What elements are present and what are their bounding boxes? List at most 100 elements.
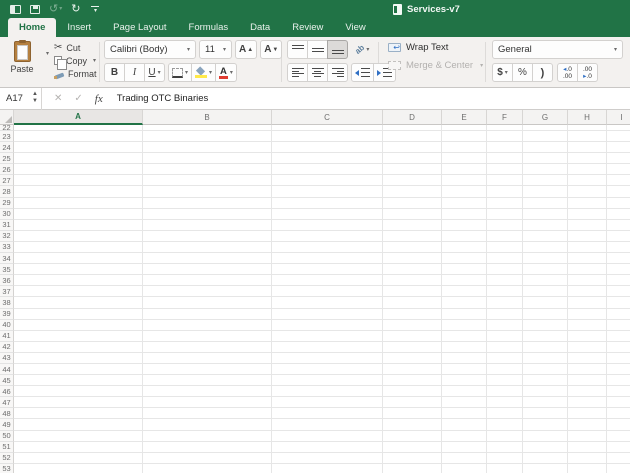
cell-E23[interactable] (442, 131, 487, 142)
cell-C30[interactable] (272, 209, 383, 220)
cell-H29[interactable] (568, 198, 607, 209)
fill-color-button[interactable]: ▾ (191, 63, 216, 82)
cell-D31[interactable] (383, 220, 442, 231)
cell-G33[interactable] (523, 242, 568, 253)
cell-H47[interactable] (568, 397, 607, 408)
cell-A33[interactable] (14, 242, 143, 253)
name-box[interactable]: A17 ▲▼ (0, 88, 42, 110)
cell-G46[interactable] (523, 386, 568, 397)
copy-dropdown-caret[interactable]: ▾ (93, 57, 96, 64)
cell-I36[interactable] (607, 275, 630, 286)
cell-A28[interactable] (14, 186, 143, 197)
row-header-43[interactable]: 43 (0, 353, 14, 364)
row-header-47[interactable]: 47 (0, 397, 14, 408)
row-header-44[interactable]: 44 (0, 364, 14, 375)
column-header-E[interactable]: E (442, 110, 487, 125)
cell-B51[interactable] (143, 442, 272, 453)
cell-H43[interactable] (568, 353, 607, 364)
cell-H49[interactable] (568, 419, 607, 430)
cell-D50[interactable] (383, 431, 442, 442)
cell-C24[interactable] (272, 142, 383, 153)
cell-C42[interactable] (272, 342, 383, 353)
cell-G44[interactable] (523, 364, 568, 375)
row-header-41[interactable]: 41 (0, 331, 14, 342)
column-header-H[interactable]: H (568, 110, 607, 125)
cell-C35[interactable] (272, 264, 383, 275)
align-bottom-button[interactable] (327, 40, 348, 59)
grow-font-button[interactable]: A▲ (235, 40, 257, 59)
cell-C26[interactable] (272, 164, 383, 175)
cell-G34[interactable] (523, 253, 568, 264)
cell-H35[interactable] (568, 264, 607, 275)
formula-input[interactable]: Trading OTC Binaries (117, 93, 209, 104)
cell-E41[interactable] (442, 331, 487, 342)
column-header-I[interactable]: I (607, 110, 630, 125)
tab-review[interactable]: Review (281, 18, 334, 37)
row-header-45[interactable]: 45 (0, 375, 14, 386)
cell-E49[interactable] (442, 419, 487, 430)
cell-C49[interactable] (272, 419, 383, 430)
cell-I30[interactable] (607, 209, 630, 220)
cell-C32[interactable] (272, 231, 383, 242)
cell-E50[interactable] (442, 431, 487, 442)
cell-H24[interactable] (568, 142, 607, 153)
column-header-G[interactable]: G (523, 110, 568, 125)
cell-F34[interactable] (487, 253, 523, 264)
cell-B38[interactable] (143, 297, 272, 308)
cell-I24[interactable] (607, 142, 630, 153)
cell-A30[interactable] (14, 209, 143, 220)
cell-E31[interactable] (442, 220, 487, 231)
row-header-53[interactable]: 53 (0, 464, 14, 473)
cell-C37[interactable] (272, 286, 383, 297)
cell-A48[interactable] (14, 408, 143, 419)
font-size-select[interactable]: 11 ▾ (199, 40, 232, 59)
cell-F30[interactable] (487, 209, 523, 220)
cell-B27[interactable] (143, 175, 272, 186)
cell-H33[interactable] (568, 242, 607, 253)
cell-E29[interactable] (442, 198, 487, 209)
cell-C44[interactable] (272, 364, 383, 375)
cell-E46[interactable] (442, 386, 487, 397)
cell-H45[interactable] (568, 375, 607, 386)
cell-E24[interactable] (442, 142, 487, 153)
cell-C48[interactable] (272, 408, 383, 419)
cell-I28[interactable] (607, 186, 630, 197)
row-header-27[interactable]: 27 (0, 175, 14, 186)
row-header-36[interactable]: 36 (0, 275, 14, 286)
cell-A36[interactable] (14, 275, 143, 286)
cell-G43[interactable] (523, 353, 568, 364)
cell-E45[interactable] (442, 375, 487, 386)
select-all-corner[interactable] (0, 110, 14, 125)
cell-A43[interactable] (14, 353, 143, 364)
cell-H23[interactable] (568, 131, 607, 142)
cell-D25[interactable] (383, 153, 442, 164)
cell-G30[interactable] (523, 209, 568, 220)
decrease-decimal-button[interactable]: .00▸.0 (577, 63, 598, 82)
cell-F24[interactable] (487, 142, 523, 153)
cell-A45[interactable] (14, 375, 143, 386)
cell-B30[interactable] (143, 209, 272, 220)
cell-A38[interactable] (14, 297, 143, 308)
cell-H39[interactable] (568, 309, 607, 320)
cell-G29[interactable] (523, 198, 568, 209)
cell-B41[interactable] (143, 331, 272, 342)
cell-C39[interactable] (272, 309, 383, 320)
column-header-C[interactable]: C (272, 110, 383, 125)
cell-D47[interactable] (383, 397, 442, 408)
cell-I42[interactable] (607, 342, 630, 353)
merge-center-button[interactable]: Merge & Center ▾ (388, 60, 483, 71)
cell-C31[interactable] (272, 220, 383, 231)
cell-D44[interactable] (383, 364, 442, 375)
cell-B26[interactable] (143, 164, 272, 175)
cell-F53[interactable] (487, 464, 523, 473)
cell-F41[interactable] (487, 331, 523, 342)
row-header-28[interactable]: 28 (0, 186, 14, 197)
cell-F40[interactable] (487, 320, 523, 331)
cell-G24[interactable] (523, 142, 568, 153)
cell-D53[interactable] (383, 464, 442, 473)
cell-A39[interactable] (14, 309, 143, 320)
cell-A25[interactable] (14, 153, 143, 164)
cell-H53[interactable] (568, 464, 607, 473)
cell-F35[interactable] (487, 264, 523, 275)
cell-H26[interactable] (568, 164, 607, 175)
